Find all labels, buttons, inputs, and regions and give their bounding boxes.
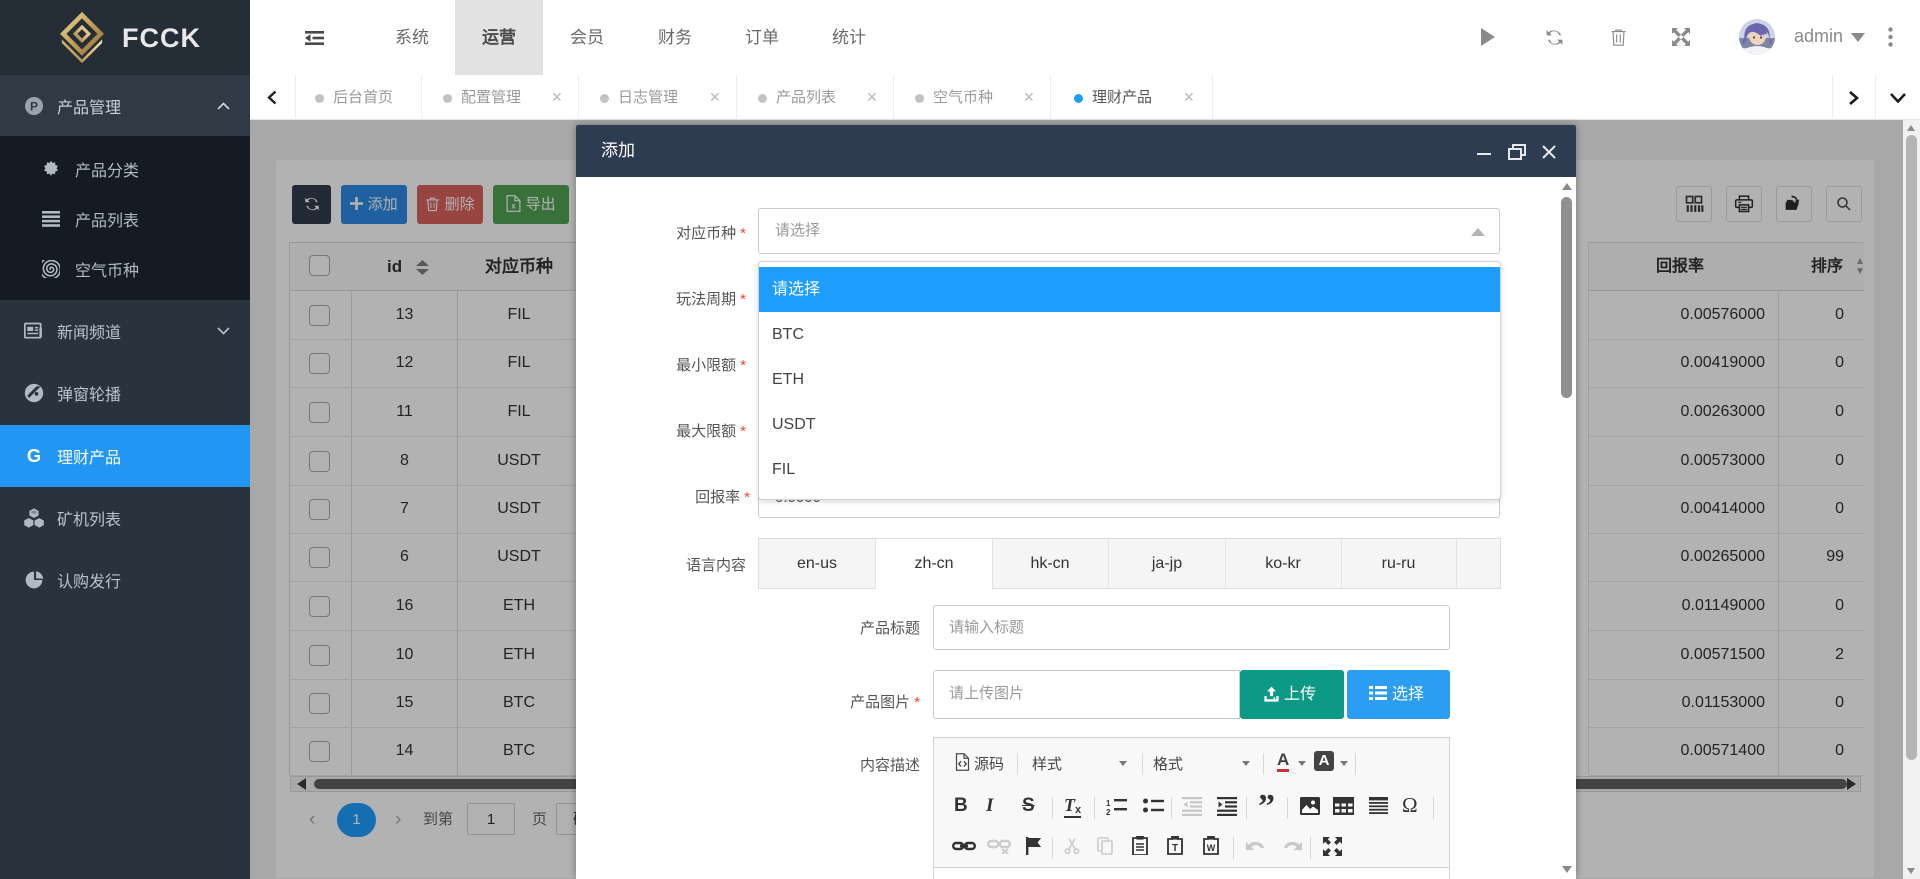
svg-text:P: P — [30, 99, 38, 113]
svg-text:T: T — [1172, 843, 1178, 854]
svg-text:2: 2 — [1106, 808, 1111, 816]
svg-text:G: G — [27, 446, 41, 466]
svg-text:1: 1 — [1106, 799, 1111, 808]
svg-text:W: W — [1207, 843, 1216, 853]
